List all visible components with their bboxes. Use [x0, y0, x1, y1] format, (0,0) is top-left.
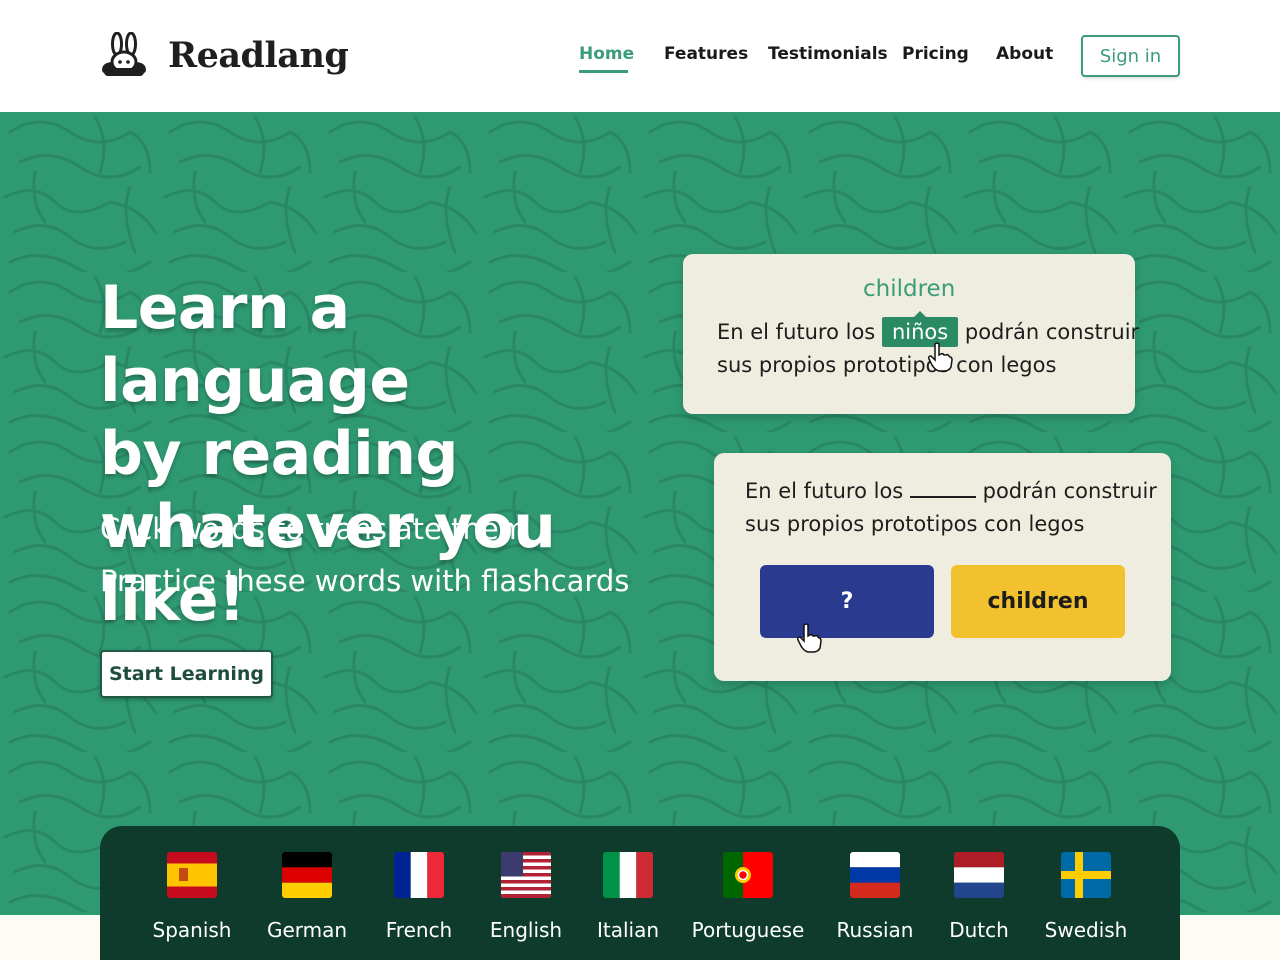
highlighted-word-text: niños — [891, 320, 949, 344]
language-german[interactable]: German — [247, 852, 367, 942]
flashcard-demo-card: En el futuro los podrán construir sus pr… — [714, 453, 1171, 681]
language-swedish[interactable]: Swedish — [1026, 852, 1146, 942]
spain-flag-icon — [167, 852, 217, 898]
sentence-fragment: podrán construir — [964, 320, 1140, 344]
nav-home[interactable]: Home — [579, 44, 634, 64]
brand-logo[interactable]: Readlang — [100, 32, 349, 78]
nav-pricing[interactable]: Pricing — [902, 44, 969, 64]
hand-cursor-icon — [928, 342, 953, 372]
france-flag-icon — [394, 852, 444, 898]
language-name: Italian — [596, 918, 660, 942]
reader-demo-card: children En el futuro los niños podrán c… — [683, 254, 1139, 414]
russia-flag-icon — [850, 852, 900, 898]
translation-tooltip: children — [863, 276, 956, 302]
nav-testimonials[interactable]: Testimonials — [768, 44, 888, 64]
blank-gap — [909, 478, 976, 498]
sentence-line-2: sus propios prototipos con legos — [745, 512, 1085, 536]
hand-cursor-icon — [797, 623, 822, 653]
flashcard-answer-button[interactable]: children — [951, 565, 1125, 638]
sentence-fragment: En el futuro los — [717, 320, 876, 344]
language-name: Portuguese — [691, 918, 805, 942]
language-name: Dutch — [949, 918, 1009, 942]
language-portuguese[interactable]: Portuguese — [688, 852, 808, 942]
language-dutch[interactable]: Dutch — [919, 852, 1039, 942]
netherlands-flag-icon — [954, 852, 1004, 898]
language-name: Russian — [836, 918, 914, 942]
hero-title-line: Learn a language — [100, 273, 410, 416]
flashcard-question-button[interactable]: ? — [760, 565, 934, 638]
language-russian[interactable]: Russian — [815, 852, 935, 942]
usa-flag-icon — [501, 852, 551, 898]
nav-about[interactable]: About — [996, 44, 1053, 64]
language-name: Swedish — [1044, 918, 1128, 942]
language-french[interactable]: French — [359, 852, 479, 942]
sentence-line-2: sus propios prototipos con legos — [717, 353, 1057, 377]
language-name: Spanish — [152, 918, 232, 942]
italy-flag-icon — [603, 852, 653, 898]
sentence-fragment: podrán construir — [982, 479, 1157, 503]
sign-in-button[interactable]: Sign in — [1081, 35, 1180, 77]
sentence-fragment: En el futuro los — [745, 479, 904, 503]
hero-title-line: by reading — [100, 419, 458, 489]
start-learning-button[interactable]: Start Learning — [100, 650, 273, 698]
nav-features[interactable]: Features — [664, 44, 748, 64]
brand-name: Readlang — [168, 34, 349, 76]
hero-section: Learn a language by reading whatever you… — [0, 112, 1280, 915]
tooltip-arrow — [914, 311, 927, 317]
language-name: French — [385, 918, 453, 942]
hero-tagline-flashcards: Practice these words with flashcards — [100, 564, 630, 598]
site-header: Readlang Home Features Testimonials Pric… — [0, 0, 1280, 112]
bunny-logo-icon — [102, 32, 146, 76]
flashcard-sentence: En el futuro los podrán construir sus pr… — [745, 475, 1157, 541]
language-name: German — [266, 918, 348, 942]
language-spanish[interactable]: Spanish — [132, 852, 252, 942]
germany-flag-icon — [282, 852, 332, 898]
active-nav-indicator — [579, 70, 628, 73]
sweden-flag-icon — [1061, 852, 1111, 898]
language-italian[interactable]: Italian — [568, 852, 688, 942]
portugal-flag-icon — [723, 852, 773, 898]
hero-tagline-translate: Click words to translate them — [100, 512, 527, 546]
languages-bar: Spanish German French English Italian Po… — [100, 826, 1180, 960]
